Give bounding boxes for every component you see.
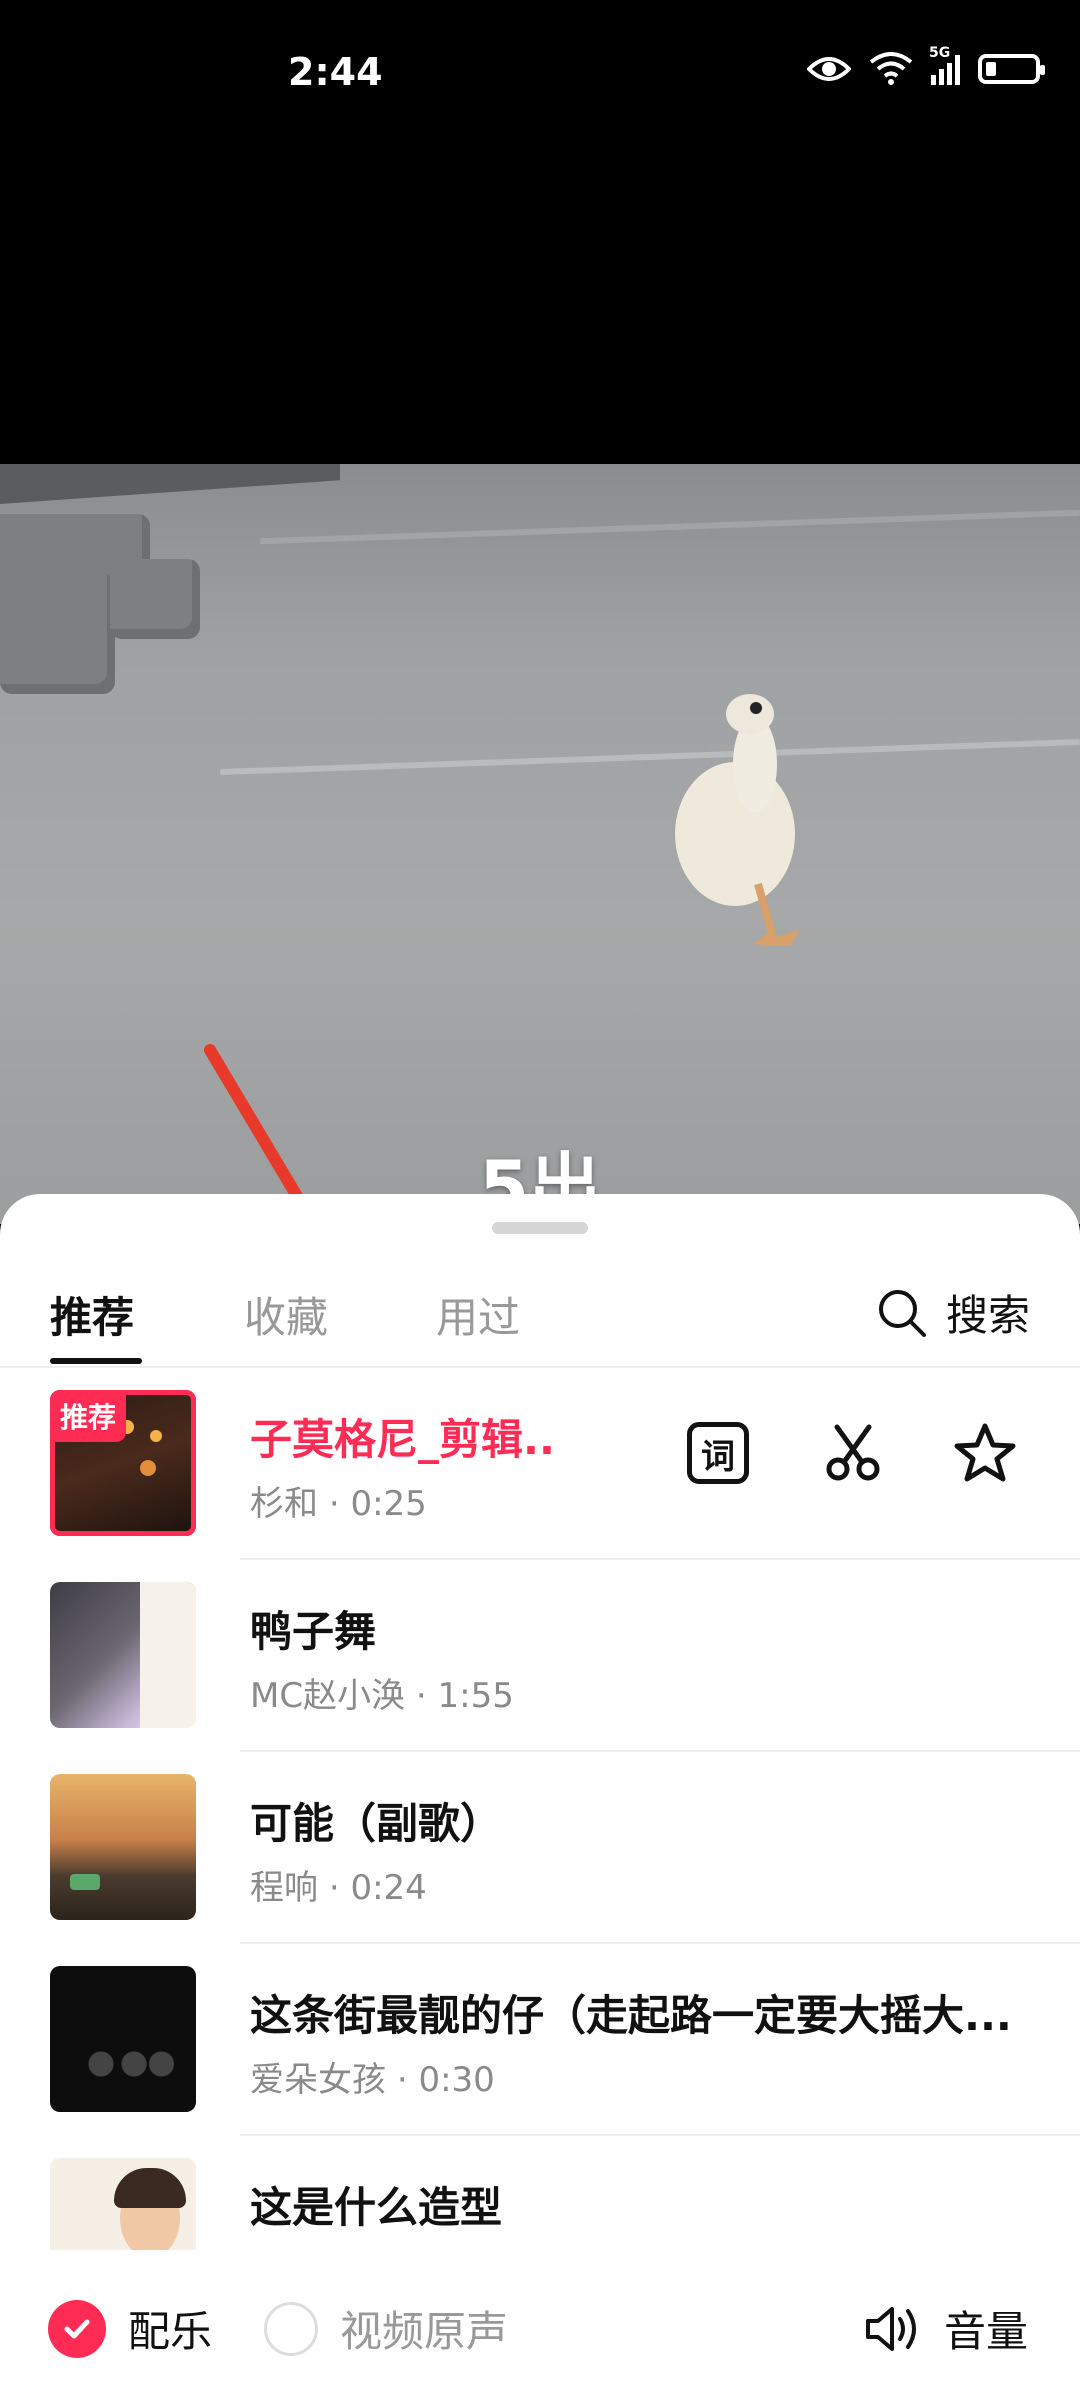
lyrics-icon-text: 词 <box>701 1436 735 1477</box>
original-sound-label: 视频原声 <box>340 2307 509 2356</box>
road-marking <box>260 509 1080 545</box>
signal-icon: 5G <box>929 45 960 85</box>
favorite-button[interactable] <box>950 1418 1020 1488</box>
volume-label: 音量 <box>944 2307 1029 2356</box>
status-bar: 2:44 5G <box>0 0 1080 160</box>
eye-icon <box>807 57 851 81</box>
song-title: 鸭子舞 <box>250 1607 377 1656</box>
drag-handle[interactable] <box>492 1222 588 1234</box>
album-cover <box>50 1966 196 2112</box>
song-duration: 0:25 <box>350 1484 427 1524</box>
song-artist: 爱朵女孩 <box>250 2060 386 2100</box>
song-title: 可能（副歌） <box>250 1799 503 1848</box>
meta-separator: · <box>415 1676 438 1716</box>
song-row[interactable]: 这条街最靓的仔（走起路一定要大摇大... 爱朵女孩 · 0:30 <box>0 1944 1080 2136</box>
meta-separator: · <box>328 1484 351 1524</box>
active-tab-indicator <box>50 1358 142 1364</box>
recommended-badge: 推荐 <box>50 1390 127 1442</box>
search-button[interactable]: 搜索 <box>876 1282 1030 1343</box>
status-icons: 5G <box>807 45 1045 86</box>
music-toggle[interactable]: 配乐 <box>48 2298 212 2359</box>
song-meta: MC赵小涣 · 1:55 <box>250 1668 514 1717</box>
duck-illustration <box>675 694 800 948</box>
song-duration: 0:24 <box>350 1868 427 1908</box>
song-artist: MC赵小涣 <box>250 1676 406 1716</box>
meta-separator: · <box>396 2060 419 2100</box>
song-row[interactable]: 鸭子舞 MC赵小涣 · 1:55 <box>0 1560 1080 1752</box>
battery-icon <box>978 54 1045 84</box>
song-title: 这是什么造型 <box>250 2183 503 2232</box>
star-icon <box>954 1423 1016 1482</box>
song-artist: 程响 <box>250 1868 318 1908</box>
song-duration: 1:55 <box>437 1676 514 1716</box>
checked-icon <box>48 2299 106 2358</box>
song-row[interactable]: 可能（副歌） 程响 · 0:24 <box>0 1752 1080 1944</box>
scissors-icon <box>826 1424 880 1481</box>
video-preview[interactable]: 5出 <box>0 464 1080 1224</box>
tab-favorites[interactable]: 收藏 <box>244 1284 328 1345</box>
music-label: 配乐 <box>128 2307 213 2356</box>
speaker-icon <box>866 2306 916 2351</box>
unchecked-icon <box>264 2301 318 2356</box>
search-icon <box>878 1289 926 1337</box>
song-meta: 程响 · 0:24 <box>250 1860 427 1909</box>
song-row[interactable]: 推荐 子莫格尼_剪辑.. 杉和 · 0:25 词 <box>0 1368 1080 1560</box>
album-cover <box>50 1774 196 1920</box>
wifi-icon <box>869 52 913 85</box>
song-meta: 爱朵女孩 · 0:30 <box>250 2052 495 2101</box>
tab-used[interactable]: 用过 <box>436 1284 520 1345</box>
stone-block <box>0 574 115 694</box>
song-title: 子莫格尼_剪辑.. <box>250 1415 555 1464</box>
song-meta: 杉和 · 0:25 <box>250 1476 427 1525</box>
original-sound-toggle[interactable]: 视频原声 <box>264 2298 508 2359</box>
trim-button[interactable] <box>818 1418 888 1488</box>
search-label: 搜索 <box>945 1291 1030 1340</box>
volume-button[interactable]: 音量 <box>864 2298 1028 2359</box>
network-type-label: 5G <box>929 45 951 61</box>
music-panel: 推荐 收藏 用过 搜索 推荐 子莫格尼_剪辑.. 杉和 · 0:25 词 鸭子舞… <box>0 1194 1080 2400</box>
audio-options-bar: 配乐 视频原声 音量 <box>0 2250 1080 2400</box>
song-duration: 0:30 <box>418 2060 495 2100</box>
background-wall <box>0 464 340 504</box>
lyrics-icon: 词 <box>687 1422 749 1484</box>
song-title: 这条街最靓的仔（走起路一定要大摇大... <box>250 1991 1012 2040</box>
clock: 2:44 <box>288 50 383 94</box>
stone-block <box>110 559 200 639</box>
tab-recommended[interactable]: 推荐 <box>50 1284 134 1345</box>
song-artist: 杉和 <box>250 1484 318 1524</box>
meta-separator: · <box>328 1868 351 1908</box>
album-cover <box>50 1582 196 1728</box>
lyrics-button[interactable]: 词 <box>683 1418 753 1488</box>
